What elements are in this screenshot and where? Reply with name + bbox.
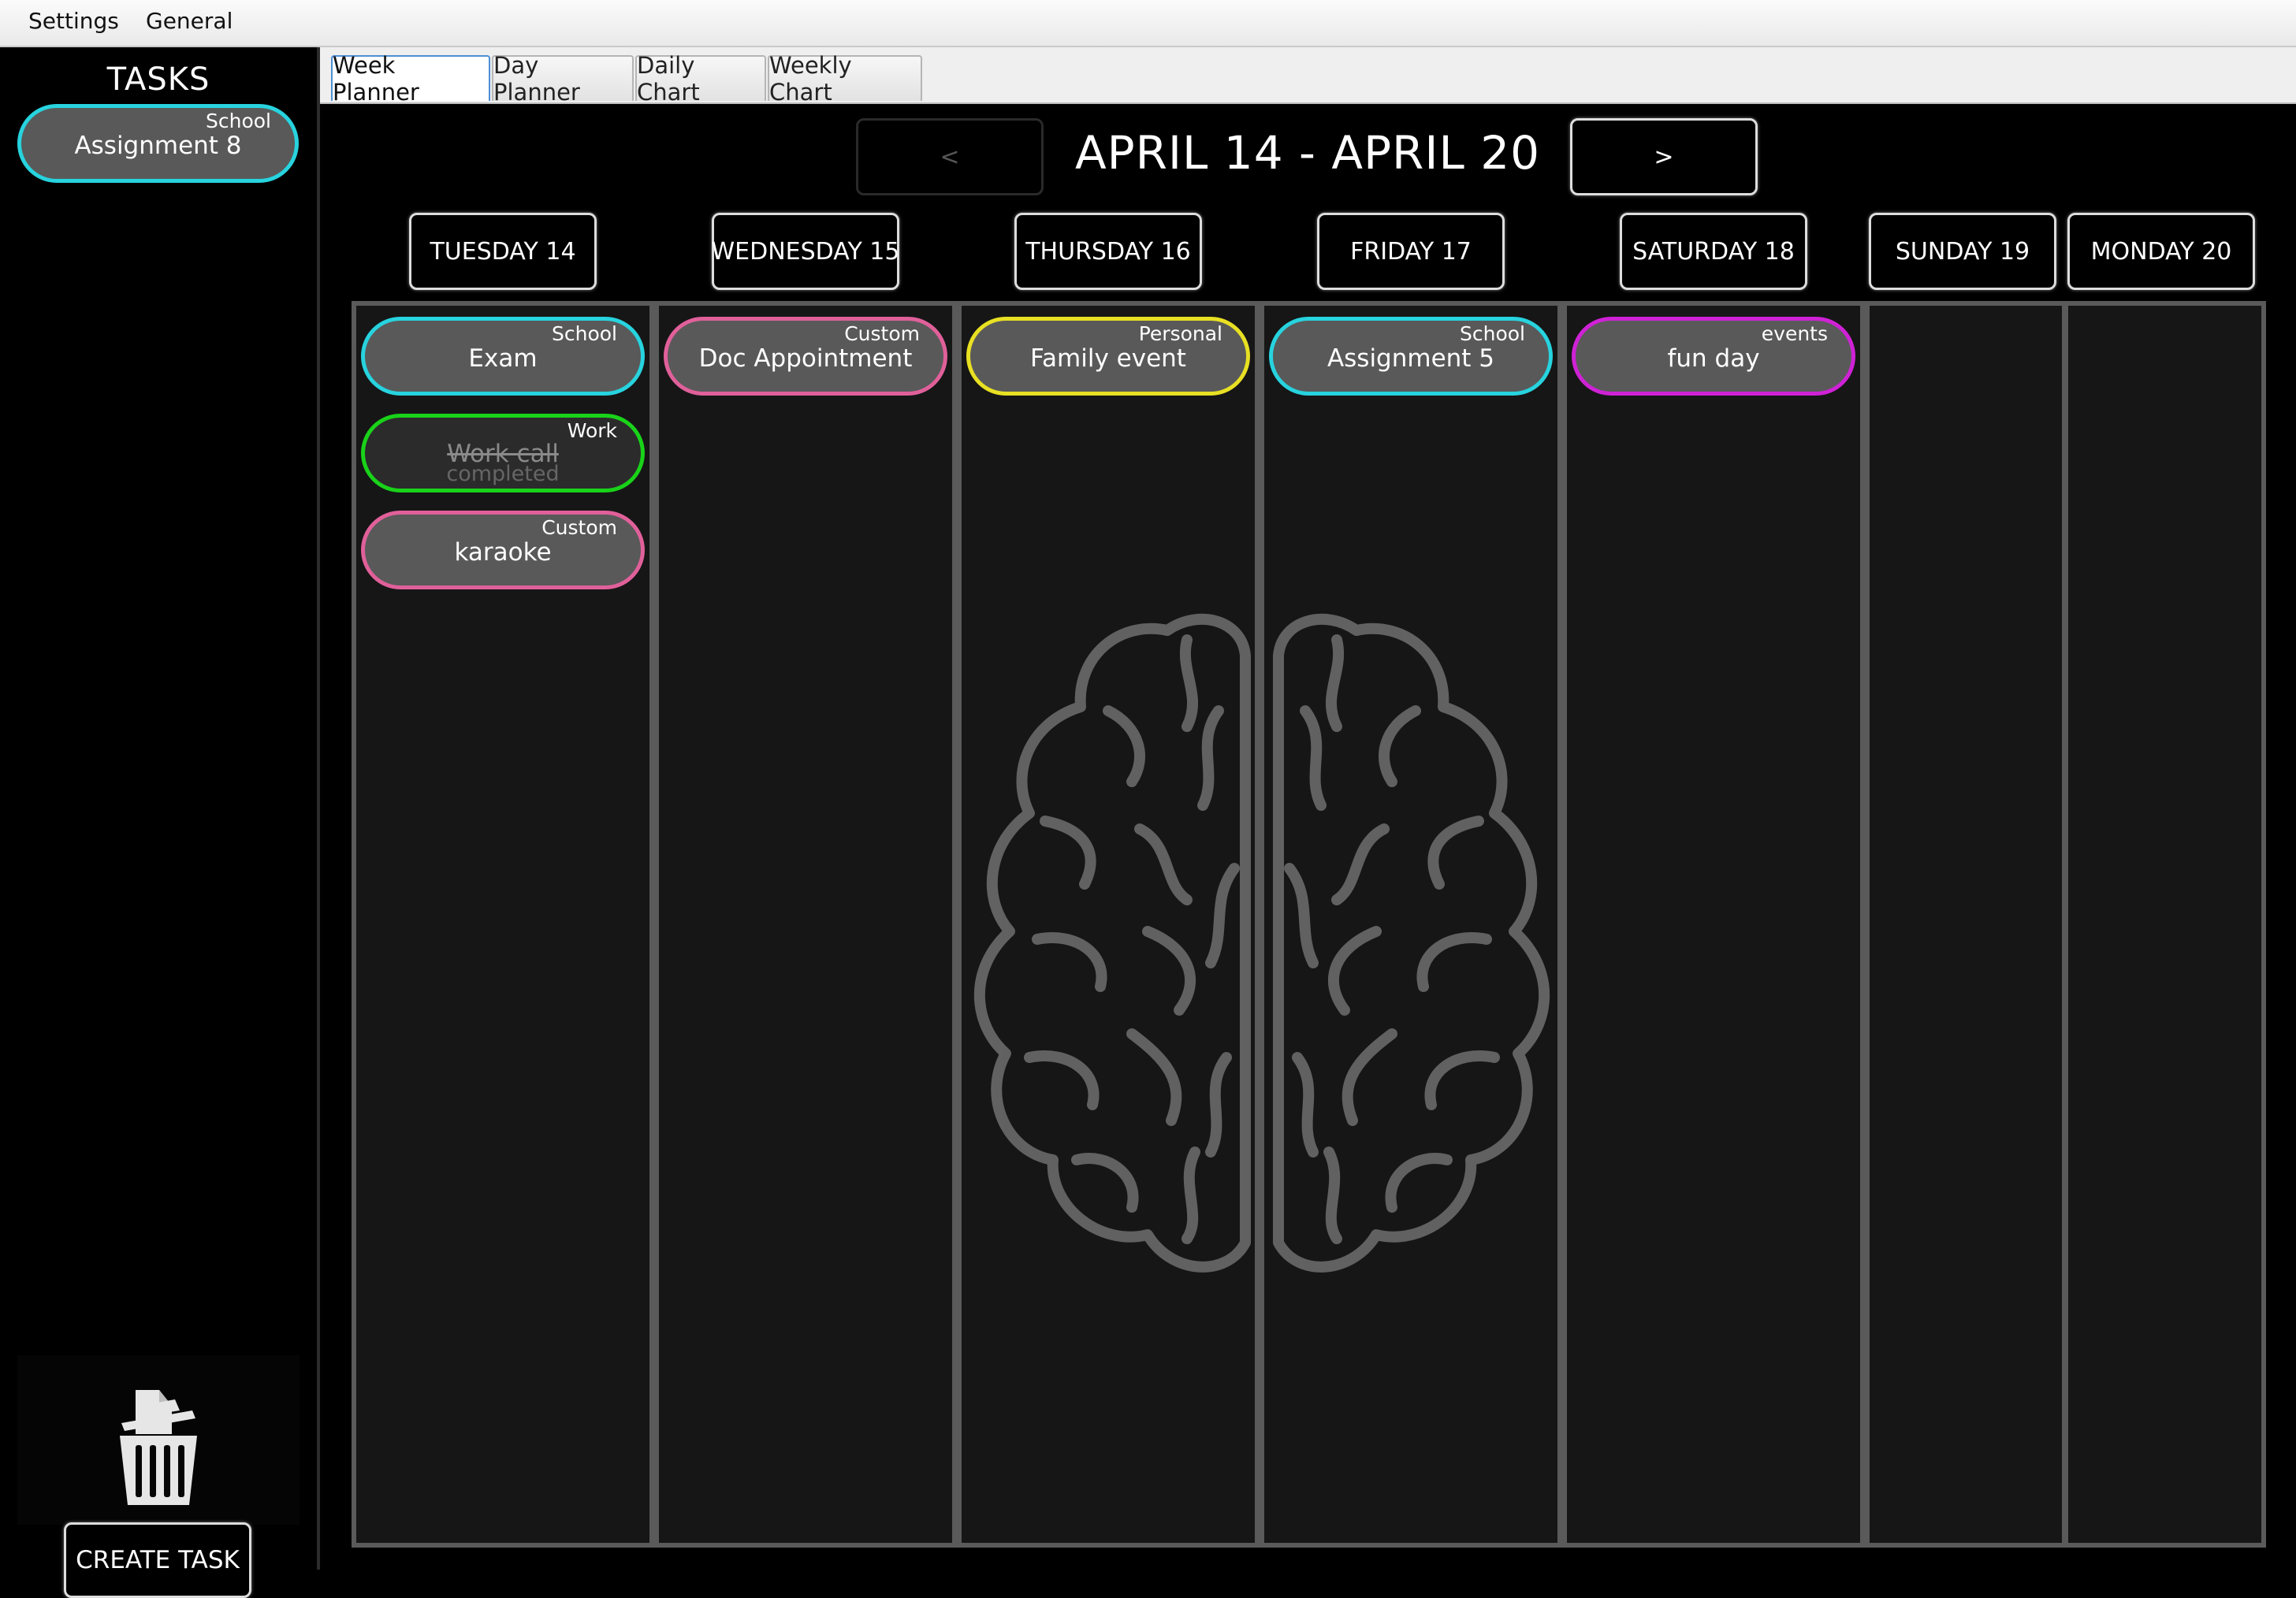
- tasks-sidebar: TASKS School Assignment 8 CREATE TASK: [0, 47, 320, 1598]
- task-category: Personal: [1138, 322, 1222, 345]
- day-header-monday[interactable]: MONDAY 20: [2067, 213, 2255, 290]
- task-name: karaoke: [454, 538, 552, 567]
- day-columns: School Exam Work Work call completed Cus…: [352, 301, 2266, 1548]
- day-column-sunday[interactable]: [1870, 306, 2062, 1543]
- week-planner: < APRIL 14 - APRIL 20 > TUESDAY 14 WEDNE…: [320, 104, 2296, 1570]
- day-column-monday[interactable]: [2068, 306, 2261, 1543]
- tab-weekly-chart[interactable]: Weekly Chart: [768, 52, 922, 106]
- task-category: School: [552, 322, 617, 345]
- day-column-wednesday[interactable]: [659, 306, 952, 1543]
- day-header-friday[interactable]: FRIDAY 17: [1317, 213, 1505, 290]
- tab-daily-chart[interactable]: Daily Chart: [635, 52, 766, 106]
- day-header-wednesday[interactable]: WEDNESDAY 15: [712, 213, 899, 290]
- task-family-event[interactable]: Personal Family event: [966, 317, 1250, 396]
- day-column-friday[interactable]: [1264, 306, 1557, 1543]
- task-category: School: [1460, 322, 1525, 345]
- task-exam[interactable]: School Exam: [361, 317, 645, 396]
- task-name: Doc Appointment: [698, 344, 913, 373]
- prev-week-button[interactable]: <: [856, 118, 1044, 195]
- menu-settings[interactable]: Settings: [28, 8, 119, 34]
- tab-day-planner[interactable]: Day Planner: [492, 52, 634, 106]
- task-category: Custom: [844, 322, 920, 345]
- task-name: Family event: [1030, 344, 1186, 373]
- menu-general[interactable]: General: [146, 8, 233, 34]
- trash-drop-zone[interactable]: [17, 1355, 300, 1525]
- task-name: Exam: [468, 344, 538, 373]
- task-name: fun day: [1667, 344, 1760, 373]
- day-header-sunday[interactable]: SUNDAY 19: [1869, 213, 2056, 290]
- create-task-button[interactable]: CREATE TASK: [64, 1522, 251, 1598]
- task-doc-appointment[interactable]: Custom Doc Appointment: [664, 317, 947, 396]
- sidebar-title: TASKS: [106, 61, 210, 98]
- week-title: APRIL 14 - APRIL 20: [1074, 126, 1541, 180]
- day-header-thursday[interactable]: THURSDAY 16: [1014, 213, 1202, 290]
- day-header-saturday[interactable]: SATURDAY 18: [1620, 213, 1807, 290]
- task-karaoke[interactable]: Custom karaoke: [361, 511, 645, 589]
- task-category: events: [1761, 322, 1828, 345]
- task-category: School: [206, 110, 271, 132]
- trash-icon: [120, 1390, 197, 1505]
- task-assignment-5[interactable]: School Assignment 5: [1269, 317, 1553, 396]
- unscheduled-task[interactable]: School Assignment 8: [17, 104, 299, 183]
- day-column-saturday[interactable]: [1567, 306, 1860, 1543]
- task-fun-day[interactable]: events fun day: [1572, 317, 1855, 396]
- task-category: Custom: [541, 516, 617, 539]
- day-column-thursday[interactable]: [962, 306, 1255, 1543]
- task-work-call[interactable]: Work Work call completed: [361, 414, 645, 492]
- tab-week-planner[interactable]: Week Planner: [331, 52, 490, 106]
- task-name: Assignment 5: [1327, 344, 1495, 373]
- task-status: completed: [446, 462, 560, 486]
- next-week-button[interactable]: >: [1570, 118, 1758, 195]
- menu-bar: Settings General: [0, 0, 2296, 47]
- view-tabs: Week Planner Day Planner Daily Chart Wee…: [320, 47, 2296, 106]
- task-category: Work: [567, 419, 617, 442]
- day-header-tuesday[interactable]: TUESDAY 14: [409, 213, 597, 290]
- task-name: Assignment 8: [74, 132, 242, 160]
